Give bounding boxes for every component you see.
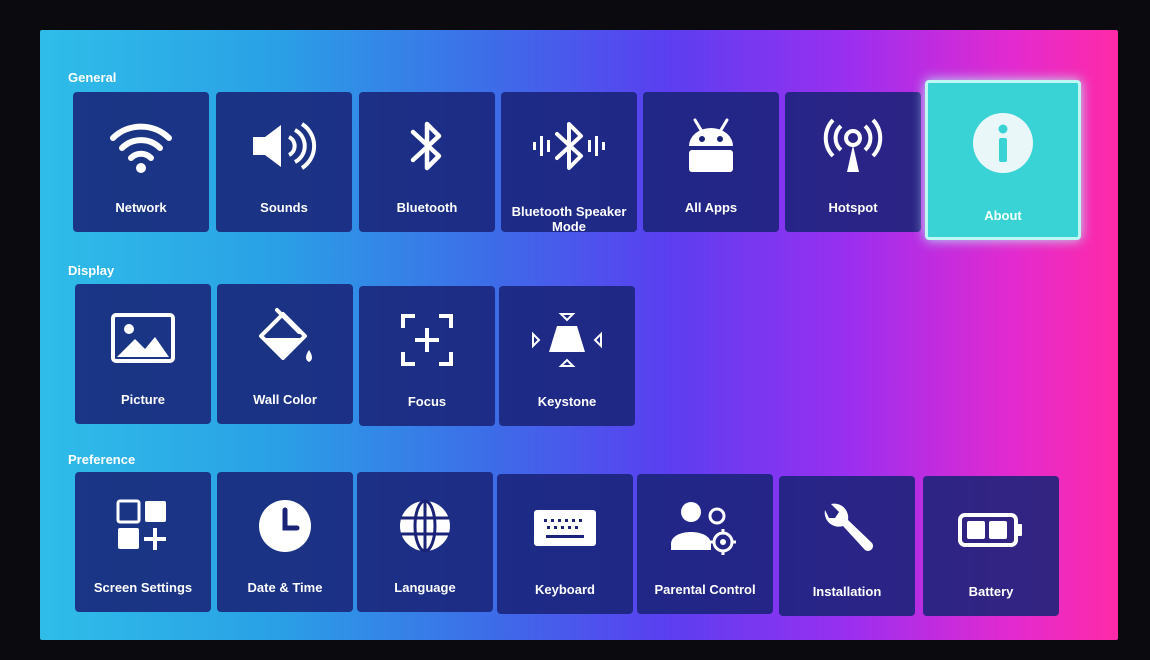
section-display-label: Display xyxy=(68,263,115,278)
clock-icon xyxy=(217,496,353,556)
tile-bluetooth[interactable]: Bluetooth xyxy=(359,92,495,232)
tile-hotspot[interactable]: Hotspot xyxy=(785,92,921,232)
keystone-icon xyxy=(499,310,635,370)
tile-installation-label: Installation xyxy=(812,584,882,599)
tile-sounds-label: Sounds xyxy=(260,200,308,215)
tile-wall-color[interactable]: Wall Color xyxy=(217,284,353,424)
tile-sounds[interactable]: Sounds xyxy=(216,92,352,232)
tile-parental-control-label: Parental Control xyxy=(654,582,756,597)
section-general-label: General xyxy=(68,70,117,85)
battery-icon xyxy=(923,500,1059,560)
wrench-icon xyxy=(779,500,915,560)
tile-parental-control[interactable]: Parental Control xyxy=(637,474,773,614)
tile-all-apps-label: All Apps xyxy=(684,200,738,215)
hotspot-icon xyxy=(785,116,921,176)
tile-keyboard-label: Keyboard xyxy=(535,582,595,597)
tile-screen-settings-label: Screen Settings xyxy=(93,580,193,595)
tile-all-apps[interactable]: All Apps xyxy=(643,92,779,232)
speaker-icon xyxy=(216,116,352,176)
grid-add-icon xyxy=(75,496,211,556)
tile-battery-label: Battery xyxy=(968,584,1014,599)
tile-network-label: Network xyxy=(115,200,167,215)
tile-about[interactable]: About xyxy=(925,80,1081,240)
tile-language-label: Language xyxy=(394,580,456,595)
tile-bluetooth-speaker-mode[interactable]: Bluetooth Speaker Mode xyxy=(501,92,637,234)
tile-network[interactable]: Network xyxy=(73,92,209,232)
picture-icon xyxy=(75,308,211,368)
tile-picture-label: Picture xyxy=(120,392,166,407)
section-preference-label: Preference xyxy=(68,452,136,467)
tile-bluetooth-speaker-mode-label: Bluetooth Speaker Mode xyxy=(511,204,627,234)
bluetooth-icon xyxy=(359,116,495,176)
settings-screen: General Network Sounds Bluetooth Bluetoo… xyxy=(40,30,1118,640)
tile-date-time[interactable]: Date & Time xyxy=(217,472,353,612)
tile-focus[interactable]: Focus xyxy=(359,286,495,426)
tile-date-time-label: Date & Time xyxy=(247,580,323,595)
tile-picture[interactable]: Picture xyxy=(75,284,211,424)
android-icon xyxy=(643,116,779,176)
tile-about-label: About xyxy=(984,208,1022,223)
keyboard-icon xyxy=(497,498,633,558)
bluetooth-speaker-icon xyxy=(501,116,637,176)
tile-language[interactable]: Language xyxy=(357,472,493,612)
focus-icon xyxy=(359,310,495,370)
tile-keystone[interactable]: Keystone xyxy=(499,286,635,426)
tile-focus-label: Focus xyxy=(407,394,447,409)
tile-screen-settings[interactable]: Screen Settings xyxy=(75,472,211,612)
tile-bluetooth-label: Bluetooth xyxy=(396,200,458,215)
parental-control-icon xyxy=(637,498,773,558)
wifi-icon xyxy=(73,116,209,176)
tile-keystone-label: Keystone xyxy=(537,394,597,409)
tile-battery[interactable]: Battery xyxy=(923,476,1059,616)
info-icon xyxy=(928,113,1078,173)
globe-icon xyxy=(357,496,493,556)
tile-installation[interactable]: Installation xyxy=(779,476,915,616)
tile-wall-color-label: Wall Color xyxy=(253,392,317,407)
tile-keyboard[interactable]: Keyboard xyxy=(497,474,633,614)
tile-hotspot-label: Hotspot xyxy=(828,200,878,215)
paint-bucket-icon xyxy=(217,308,353,368)
